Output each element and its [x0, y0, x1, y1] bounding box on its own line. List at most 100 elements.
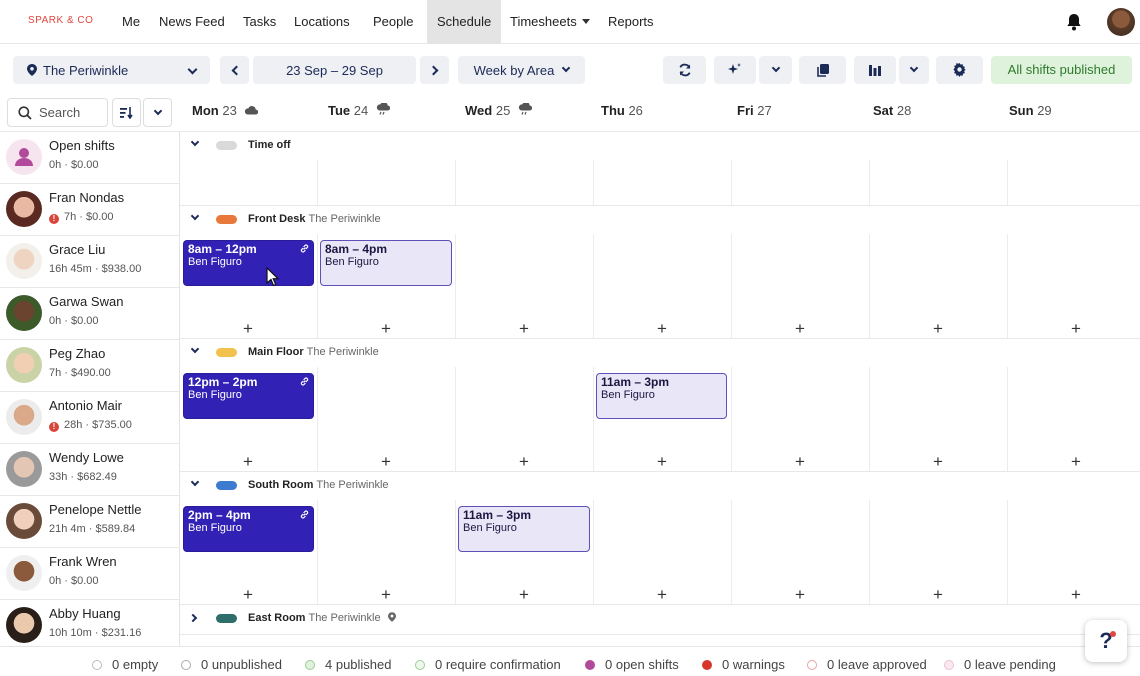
- add-shift-button[interactable]: +: [517, 586, 531, 603]
- divider: [455, 160, 456, 205]
- nav-people[interactable]: People: [363, 0, 423, 44]
- add-shift-button[interactable]: +: [793, 320, 807, 337]
- add-shift-button[interactable]: +: [1069, 586, 1083, 603]
- day-name: Fri: [737, 103, 754, 118]
- divider: [869, 500, 870, 604]
- add-shift-button[interactable]: +: [379, 320, 393, 337]
- person-row[interactable]: Garwa Swan 0h · $0.00: [0, 287, 179, 339]
- copy-icon: [816, 63, 829, 77]
- location-select[interactable]: The Periwinkle: [13, 56, 210, 84]
- person-row[interactable]: Frank Wren 0h · $0.00: [0, 547, 179, 599]
- divider: [317, 160, 318, 205]
- area-color-pill: [216, 215, 237, 224]
- stats-button[interactable]: [854, 56, 896, 84]
- person-row[interactable]: Penelope Nettle 21h 4m · $589.84: [0, 495, 179, 547]
- day-header-row: Mon 23 Tue 24 Wed 25 Thu 26 Fri 27 Sat 2…: [180, 98, 1140, 131]
- area-header-east-room: East Room The Periwinkle: [180, 605, 1140, 633]
- nav-news-feed[interactable]: News Feed: [149, 0, 235, 44]
- status-open-shifts: 0 open shifts: [585, 657, 679, 672]
- divider: [180, 634, 1140, 635]
- collapse-toggle-icon[interactable]: [190, 211, 200, 221]
- add-shift-button[interactable]: +: [793, 586, 807, 603]
- add-shift-button[interactable]: +: [517, 453, 531, 470]
- add-shift-button[interactable]: +: [517, 320, 531, 337]
- person-meta: 16h 45m · $938.00: [49, 263, 142, 275]
- add-shift-button[interactable]: +: [379, 586, 393, 603]
- shift-time: 2pm – 4pm: [188, 508, 251, 522]
- add-shift-button[interactable]: +: [241, 453, 255, 470]
- nav-tasks[interactable]: Tasks: [233, 0, 286, 44]
- add-shift-button[interactable]: +: [1069, 453, 1083, 470]
- add-shift-button[interactable]: +: [793, 453, 807, 470]
- nav-schedule[interactable]: Schedule: [427, 0, 501, 44]
- add-shift-button[interactable]: +: [1069, 320, 1083, 337]
- search-input[interactable]: Search: [7, 98, 108, 127]
- divider: [1007, 160, 1008, 205]
- person-row[interactable]: Peg Zhao 7h · $490.00: [0, 339, 179, 391]
- expand-toggle-icon[interactable]: [188, 613, 198, 623]
- add-shift-button[interactable]: +: [931, 320, 945, 337]
- add-shift-button[interactable]: +: [655, 586, 669, 603]
- add-shift-button[interactable]: +: [241, 320, 255, 337]
- open-shifts-avatar: [6, 139, 42, 175]
- sort-menu[interactable]: [143, 98, 172, 127]
- shift-card[interactable]: 11am – 3pm Ben Figuro: [596, 373, 727, 419]
- refresh-button[interactable]: [663, 56, 706, 84]
- publish-status-button[interactable]: All shifts published: [991, 56, 1132, 84]
- nav-locations[interactable]: Locations: [284, 0, 360, 44]
- shift-card[interactable]: 8am – 12pm Ben Figuro: [183, 240, 314, 286]
- nav-me[interactable]: Me: [112, 0, 150, 44]
- avatar: [6, 399, 42, 435]
- status-require-confirmation: 0 require confirmation: [415, 657, 561, 672]
- shift-card[interactable]: 8am – 4pm Ben Figuro: [320, 240, 452, 286]
- area-color-pill: [216, 348, 237, 357]
- shift-time: 11am – 3pm: [601, 375, 670, 389]
- person-meta: 0h · $0.00: [49, 575, 99, 587]
- person-row[interactable]: Open shifts 0h · $0.00: [0, 131, 179, 183]
- stats-menu[interactable]: [899, 56, 929, 84]
- collapse-toggle-icon[interactable]: [190, 137, 200, 147]
- sort-button[interactable]: [112, 98, 141, 127]
- shift-card[interactable]: 12pm – 2pm Ben Figuro: [183, 373, 314, 419]
- person-row[interactable]: Wendy Lowe 33h · $682.49: [0, 443, 179, 495]
- collapse-toggle-icon[interactable]: [190, 344, 200, 354]
- person-row[interactable]: Abby Huang 10h 10m · $231.16: [0, 599, 179, 651]
- add-shift-button[interactable]: +: [655, 320, 669, 337]
- person-row[interactable]: Fran Nondas ! 7h · $0.00: [0, 183, 179, 235]
- auto-schedule-button[interactable]: [714, 56, 756, 84]
- bell-icon[interactable]: [1064, 12, 1084, 37]
- company-logo[interactable]: SPARK & CO: [28, 15, 93, 26]
- collapse-toggle-icon[interactable]: [190, 477, 200, 487]
- auto-schedule-menu[interactable]: [759, 56, 792, 84]
- area-title: South Room: [248, 479, 314, 491]
- add-shift-button[interactable]: +: [379, 453, 393, 470]
- avatar: [6, 243, 42, 279]
- add-shift-button[interactable]: +: [655, 453, 669, 470]
- user-avatar[interactable]: [1107, 8, 1135, 36]
- warning-icon: !: [49, 422, 59, 432]
- area-header-front-desk: Front Desk The Periwinkle: [180, 206, 1140, 234]
- day-name: Sat: [873, 103, 894, 118]
- day-name: Tue: [328, 103, 351, 118]
- person-row[interactable]: Antonio Mair ! 28h · $735.00: [0, 391, 179, 443]
- copy-button[interactable]: [799, 56, 846, 84]
- status-label: 4 published: [325, 657, 392, 672]
- avatar: [6, 607, 42, 643]
- person-row[interactable]: Grace Liu 16h 45m · $938.00: [0, 235, 179, 287]
- next-week-button[interactable]: [420, 56, 449, 84]
- link-icon: [300, 244, 309, 253]
- view-select[interactable]: Week by Area: [458, 56, 585, 84]
- date-range[interactable]: 23 Sep – 29 Sep: [253, 56, 416, 84]
- settings-button[interactable]: [936, 56, 983, 84]
- help-button[interactable]: ?: [1085, 620, 1127, 662]
- add-shift-button[interactable]: +: [241, 586, 255, 603]
- area-name: Front Desk The Periwinkle: [248, 213, 381, 225]
- shift-card[interactable]: 11am – 3pm Ben Figuro: [458, 506, 590, 552]
- nav-reports[interactable]: Reports: [598, 0, 664, 44]
- prev-week-button[interactable]: [220, 56, 249, 84]
- add-shift-button[interactable]: +: [931, 453, 945, 470]
- status-label: 0 warnings: [722, 657, 785, 672]
- shift-card[interactable]: 2pm – 4pm Ben Figuro: [183, 506, 314, 552]
- nav-timesheets[interactable]: Timesheets: [500, 0, 600, 44]
- add-shift-button[interactable]: +: [931, 586, 945, 603]
